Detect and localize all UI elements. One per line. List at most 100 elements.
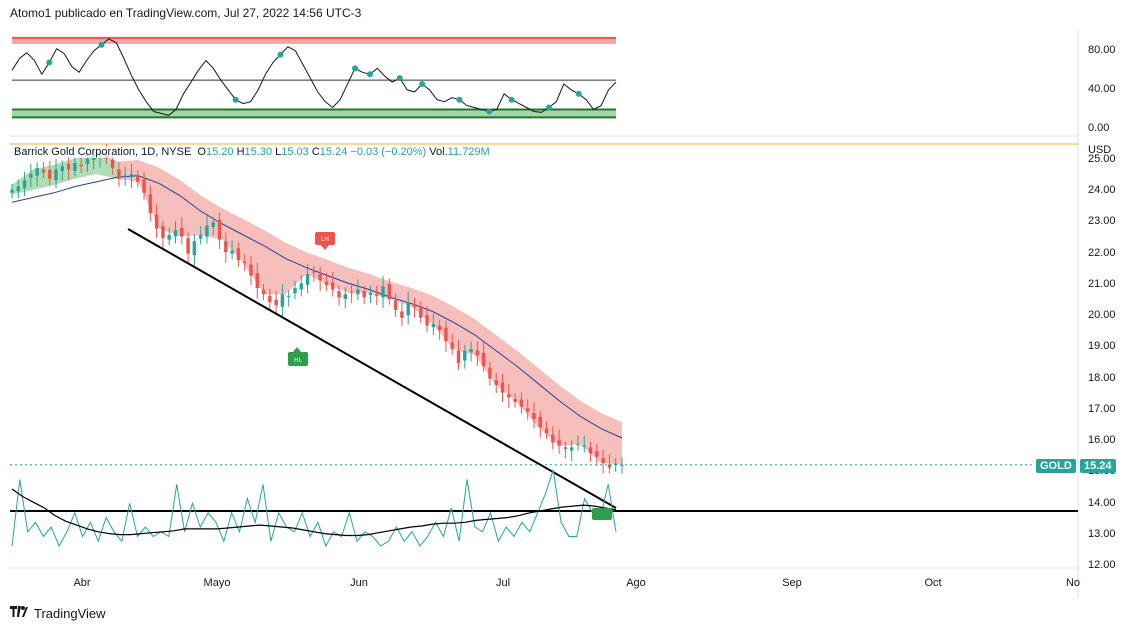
chart-canvas[interactable]: LH HL (0, 0, 1143, 632)
candle-body (73, 163, 77, 171)
candle-body (588, 447, 593, 454)
candle-body (507, 394, 511, 398)
oscillator-dot (575, 90, 582, 97)
lh-label: LH (315, 232, 335, 250)
candle-body (343, 294, 348, 299)
high-value: 15.30 (244, 146, 273, 158)
oscillator-dot (366, 71, 373, 78)
candle-body (242, 261, 247, 264)
candle-body (525, 408, 530, 412)
candle (186, 232, 190, 264)
time-tick: Oct (924, 577, 942, 589)
candle-body (463, 350, 467, 361)
candle-body (595, 451, 599, 457)
time-tick: Jun (350, 577, 368, 589)
drawn-trendlines (10, 228, 1078, 512)
candle-body (268, 295, 272, 303)
oscillator-tick: 80.00 (1088, 43, 1116, 56)
close-value: 15.24 (319, 146, 348, 158)
candle-body (494, 380, 498, 385)
price-tick: 14.00 (1088, 496, 1116, 509)
candle-body (249, 264, 253, 276)
price-tick: 23.00 (1088, 215, 1116, 228)
candle-body (129, 174, 134, 178)
price-tick: 18.00 (1088, 371, 1116, 384)
oscillator-dot (352, 65, 359, 72)
candle-body (576, 444, 580, 446)
candle-body (29, 174, 33, 178)
candle-body (368, 292, 373, 295)
time-tick: Ago (626, 577, 646, 589)
candle-body (601, 458, 605, 463)
candle-body (211, 222, 215, 228)
candle-body (186, 238, 190, 254)
symbol-legend: Barrick Gold Corporation, 1D, NYSE O15.2… (14, 146, 490, 158)
candle-body (532, 412, 536, 420)
time-tick: Abr (73, 577, 91, 589)
candle-body (280, 294, 285, 307)
candle-body (117, 169, 121, 179)
high-label: H (236, 146, 245, 158)
ticker-badge: GOLD (1036, 459, 1076, 473)
candle-body (469, 348, 473, 353)
candle-body (356, 289, 360, 295)
candle-body (173, 230, 178, 237)
candle-body (544, 428, 549, 434)
open-label: O (197, 146, 206, 158)
candle (192, 234, 197, 266)
candle-body (551, 434, 555, 443)
open-value: 15.20 (205, 146, 234, 158)
hl-pointer (293, 347, 301, 352)
trend-cloud (12, 150, 622, 465)
candle-body (519, 399, 524, 407)
hl-label: HL (288, 347, 308, 366)
tradingview-logo-icon (10, 606, 28, 620)
price-tick: 12.00 (1088, 559, 1116, 571)
candle-body (123, 175, 127, 177)
oscillator-tick: 40.00 (1088, 82, 1116, 95)
footer: TradingView (10, 606, 106, 621)
change-value: −0.03 (−0.20%) (350, 146, 427, 158)
candle-body (375, 294, 379, 296)
candle-body (337, 291, 341, 298)
time-tick: Sep (782, 577, 802, 589)
candle-body (198, 234, 203, 239)
candle (400, 302, 404, 326)
oscillator-dot (486, 108, 493, 115)
oscillator-dot (396, 75, 403, 82)
candle-body (148, 194, 153, 214)
candle-body (437, 325, 442, 331)
oscillator-dot (98, 41, 105, 48)
time-tick: Jul (495, 577, 511, 589)
candle-body (10, 189, 14, 193)
candle-body (582, 445, 586, 447)
oscillator-line (11, 38, 617, 116)
candle-body (293, 288, 297, 294)
candle-body (22, 180, 27, 189)
candle-body (224, 241, 228, 253)
price-tick: 22.00 (1088, 246, 1116, 259)
hl-text: HL (294, 358, 302, 364)
oscillator-dot (508, 96, 515, 103)
candle-body (299, 283, 303, 290)
candle-body (412, 303, 417, 307)
candle-body (85, 158, 90, 164)
candlestick-series (10, 144, 624, 474)
candle-body (406, 302, 410, 316)
candle-body (425, 315, 429, 326)
symbol-name[interactable]: Barrick Gold Corporation, 1D, NYSE (14, 146, 191, 158)
candle-body (513, 398, 517, 403)
oscillator-dot (545, 104, 552, 111)
candle-body (431, 323, 436, 328)
candle-body (500, 382, 505, 393)
candle-body (142, 179, 146, 193)
time-tick: Mayo (203, 577, 231, 589)
time-tick: No (1065, 577, 1081, 589)
candle-body (569, 447, 574, 451)
hl-marker-small (592, 508, 612, 520)
candle-body (349, 291, 354, 293)
candle-body (41, 169, 46, 173)
candle-body (331, 282, 335, 290)
candle-body (387, 283, 392, 299)
volume-label: Vol. (429, 146, 448, 158)
